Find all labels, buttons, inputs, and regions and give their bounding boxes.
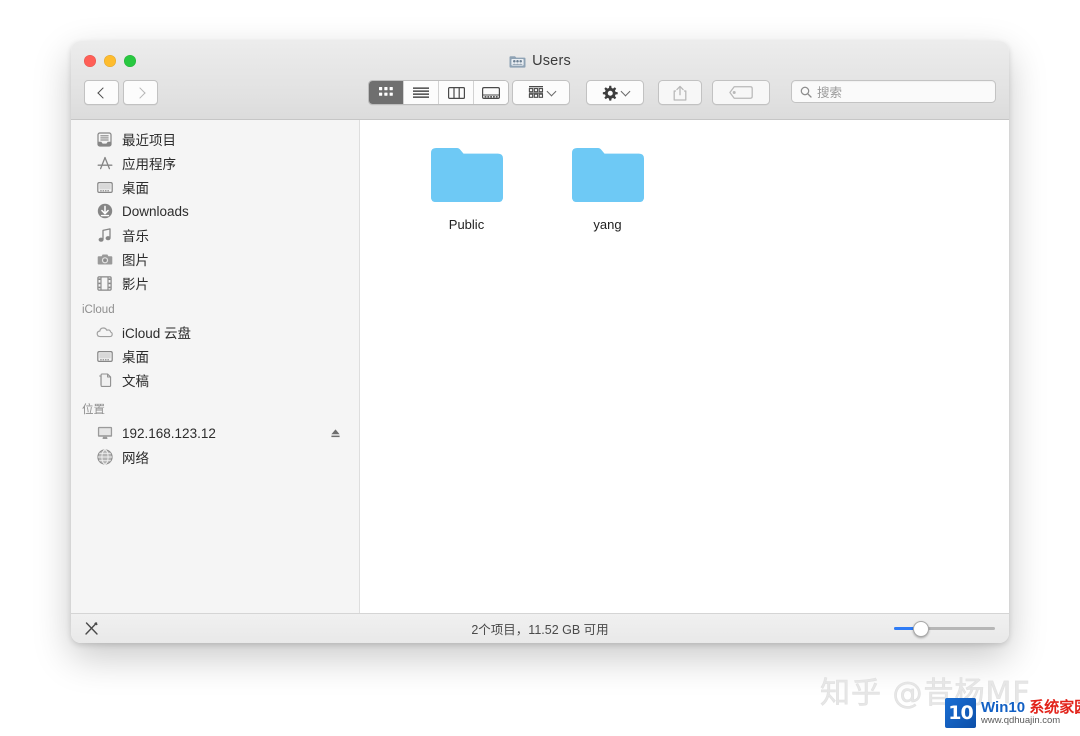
sidebar-item-documents[interactable]: 文稿 [71, 368, 359, 392]
sidebar-item-icloud-drive[interactable]: iCloud 云盘 [71, 320, 359, 344]
gear-icon [602, 85, 618, 101]
icon-view-icon [378, 87, 393, 96]
chevron-down-icon [546, 86, 556, 96]
sidebar-item-label: 最近项目 [122, 133, 176, 148]
file-grid: Public yang [360, 120, 1009, 613]
sidebar-item-label: 音乐 [122, 229, 149, 244]
share-button[interactable] [658, 80, 702, 105]
search-placeholder: 搜索 [817, 86, 843, 100]
sidebar-item-label: 应用程序 [122, 157, 176, 172]
arrange-icon [528, 86, 543, 98]
sidebar-item-pictures[interactable]: 图片 [71, 247, 359, 271]
users-folder-icon [509, 54, 526, 69]
column-view-button[interactable] [439, 81, 474, 104]
win10-title-right: 系统家园 [1029, 698, 1080, 716]
sidebar-item-downloads[interactable]: Downloads [71, 199, 359, 223]
documents-icon [96, 372, 113, 389]
sidebar-section-locations-title: 位置 [82, 404, 105, 416]
icloud-icon [96, 324, 113, 341]
sidebar-item-desktop[interactable]: 桌面 [71, 175, 359, 199]
sidebar-item-recents[interactable]: 最近项目 [71, 127, 359, 151]
share-icon [673, 85, 687, 101]
list-view-icon [413, 87, 429, 98]
sidebar-item-label: 图片 [122, 253, 149, 268]
music-icon [96, 227, 113, 244]
win10-title-left: Win10 [981, 698, 1030, 716]
sidebar-item-network[interactable]: 网络 [71, 445, 359, 469]
sidebar-item-label: Downloads [122, 203, 189, 219]
sidebar-item-label: 桌面 [122, 181, 149, 196]
search-icon [800, 86, 812, 98]
gallery-view-button[interactable] [474, 81, 508, 104]
sidebar-section-icloud-title: iCloud [82, 304, 115, 316]
sidebar-item-icloud-desktop[interactable]: 桌面 [71, 344, 359, 368]
sidebar-item-label: 网络 [122, 451, 149, 466]
window-titlebar: Users 搜索 [71, 41, 1009, 120]
file-name-label: Public [448, 217, 485, 232]
desktop-icon [96, 179, 113, 196]
page-title: Users [532, 53, 571, 69]
tag-button[interactable] [712, 80, 770, 105]
win10-title: Win10 系统家园 [981, 698, 1080, 716]
win10-watermark: 10 Win10 系统家园 www.qdhuajin.com [945, 698, 1080, 728]
back-button[interactable] [84, 80, 119, 105]
window-body: 最近项目 应用程序 桌面 Downloads 音乐 图片 影片 iCloud i… [71, 120, 1009, 613]
status-text: 2个项目，11.52 GB 可用 [471, 623, 609, 637]
back-chevron-icon [96, 86, 109, 99]
forward-chevron-icon [133, 86, 146, 99]
column-view-icon [447, 86, 465, 99]
file-item[interactable]: yang [537, 142, 678, 232]
forward-button[interactable] [123, 80, 158, 105]
file-name-label: yang [593, 217, 622, 232]
screenshot-root: Users 搜索 最近项目 应用程序 桌面 Downloads 音乐 图片 影片… [0, 0, 1080, 736]
view-mode-segmented-control [368, 80, 509, 105]
win10-url: www.qdhuajin.com [981, 715, 1061, 727]
sidebar-item-label: 文稿 [122, 374, 149, 389]
win10-badge-icon: 10 [945, 698, 976, 728]
sidebar-item-applications[interactable]: 应用程序 [71, 151, 359, 175]
sidebar-item-label: 192.168.123.12 [122, 425, 216, 441]
sidebar-item-movies[interactable]: 影片 [71, 271, 359, 295]
sidebar-item-label: iCloud 云盘 [122, 326, 192, 341]
applications-icon [96, 155, 113, 172]
sidebar-item-label: 影片 [122, 277, 149, 292]
desktop-icon [96, 348, 113, 365]
tag-icon [729, 86, 753, 99]
search-field[interactable]: 搜索 [791, 80, 996, 103]
list-view-button[interactable] [404, 81, 439, 104]
folder-icon [429, 144, 505, 206]
sidebar-item-server[interactable]: 192.168.123.12 [71, 421, 359, 445]
chevron-down-icon [620, 86, 630, 96]
window-title-area: Users [71, 53, 1009, 69]
eject-icon[interactable] [330, 428, 341, 439]
sidebar-item-music[interactable]: 音乐 [71, 223, 359, 247]
win10-text-block: Win10 系统家园 www.qdhuajin.com [981, 698, 1080, 727]
gallery-view-icon [482, 86, 500, 99]
arrange-button[interactable] [512, 80, 570, 105]
finder-window: Users 搜索 最近项目 应用程序 桌面 Downloads 音乐 图片 影片… [71, 41, 1009, 643]
folder-icon [570, 144, 646, 206]
movies-icon [96, 275, 113, 292]
pictures-icon [96, 251, 113, 268]
status-bar: 2个项目，11.52 GB 可用 [71, 613, 1009, 643]
downloads-icon [96, 203, 113, 220]
slider-thumb[interactable] [913, 620, 930, 637]
recents-icon [96, 131, 113, 148]
network-icon [96, 449, 113, 466]
sidebar-item-label: 桌面 [122, 350, 149, 365]
icon-view-button[interactable] [369, 81, 404, 104]
action-menu-button[interactable] [586, 80, 644, 105]
sidebar: 最近项目 应用程序 桌面 Downloads 音乐 图片 影片 iCloud i… [71, 120, 360, 613]
navigation-buttons [84, 80, 158, 105]
server-icon [96, 425, 113, 442]
file-item[interactable]: Public [396, 142, 537, 232]
icon-size-slider[interactable] [894, 620, 995, 637]
